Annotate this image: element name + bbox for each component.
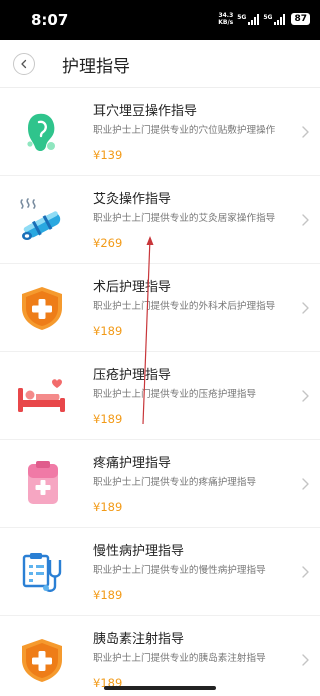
- item-description: 职业护士上门提供专业的艾灸居家操作指导: [93, 213, 276, 224]
- header-bar: 护理指导: [0, 40, 320, 88]
- list-item[interactable]: 胰岛素注射指导 职业护士上门提供专业的胰岛素注射指导 ¥189: [0, 616, 320, 696]
- list-item[interactable]: 耳穴埋豆操作指导 职业护士上门提供专业的穴位贴敷护理操作 ¥139: [0, 88, 320, 176]
- medical-shield-icon: [22, 287, 62, 330]
- stethoscope-icon: [22, 553, 62, 592]
- chevron-right-icon: [302, 302, 309, 314]
- item-price: ¥189: [93, 500, 123, 514]
- moxibustion-icon: [20, 198, 61, 240]
- item-description: 职业护士上门提供专业的疼痛护理指导: [93, 477, 257, 488]
- item-description: 职业护士上门提供专业的压疮护理指导: [93, 389, 257, 400]
- chevron-right-icon: [302, 654, 309, 666]
- signal-icon-2: 5G: [263, 13, 286, 25]
- item-price: ¥139: [93, 148, 123, 162]
- item-price: ¥269: [93, 236, 123, 250]
- bed-icon: [18, 379, 65, 412]
- chevron-right-icon: [302, 566, 309, 578]
- item-description: 职业护士上门提供专业的胰岛素注射指导: [93, 653, 266, 664]
- item-title: 疼痛护理指导: [93, 456, 172, 471]
- item-description: 职业护士上门提供专业的穴位贴敷护理操作: [93, 125, 276, 136]
- item-title: 慢性病护理指导: [93, 544, 185, 559]
- signal-icon-1: 5G: [237, 13, 260, 25]
- back-button[interactable]: [13, 53, 35, 75]
- home-indicator: [104, 686, 216, 690]
- item-title: 耳穴埋豆操作指导: [93, 104, 198, 119]
- item-title: 胰岛素注射指导: [93, 632, 185, 647]
- network-speed: 34.3 KB/s: [218, 12, 233, 26]
- item-price: ¥189: [93, 412, 123, 426]
- network-speed-unit: KB/s: [218, 19, 234, 26]
- item-description: 职业护士上门提供专业的慢性病护理指导: [93, 565, 266, 576]
- battery-icon: 87: [291, 13, 310, 25]
- list-item[interactable]: 疼痛护理指导 职业护士上门提供专业的疼痛护理指导 ¥189: [0, 440, 320, 528]
- chevron-right-icon: [302, 214, 309, 226]
- item-description: 职业护士上门提供专业的外科术后护理指导: [93, 301, 276, 312]
- chevron-right-icon: [302, 390, 309, 402]
- chevron-right-icon: [302, 126, 309, 138]
- item-price: ¥189: [93, 324, 123, 338]
- list-item[interactable]: 术后护理指导 职业护士上门提供专业的外科术后护理指导 ¥189: [0, 264, 320, 352]
- network-type-label-2: 5G: [263, 13, 273, 21]
- clipboard-icon: [28, 461, 58, 504]
- item-title: 术后护理指导: [93, 280, 172, 295]
- page-title: 护理指导: [62, 57, 130, 77]
- item-title: 压疮护理指导: [93, 368, 172, 383]
- status-time: 8:07: [31, 11, 69, 29]
- chevron-right-icon: [302, 478, 309, 490]
- ear-icon: [27, 113, 55, 152]
- chevron-left-icon: [21, 59, 27, 69]
- list-item[interactable]: 艾灸操作指导 职业护士上门提供专业的艾灸居家操作指导 ¥269: [0, 176, 320, 264]
- item-title: 艾灸操作指导: [93, 192, 172, 207]
- medical-shield-icon: [22, 639, 62, 682]
- network-speed-value: 34.3: [218, 12, 234, 19]
- network-type-label: 5G: [237, 13, 247, 21]
- status-bar: 8:07 34.3 KB/s 5G 5G 87: [0, 0, 320, 40]
- service-list: 耳穴埋豆操作指导 职业护士上门提供专业的穴位贴敷护理操作 ¥139 艾灸操作指导…: [0, 88, 320, 696]
- list-item[interactable]: 压疮护理指导 职业护士上门提供专业的压疮护理指导 ¥189: [0, 352, 320, 440]
- item-price: ¥189: [93, 588, 123, 602]
- status-icons: 34.3 KB/s 5G 5G 87: [218, 12, 310, 26]
- list-item[interactable]: 慢性病护理指导 职业护士上门提供专业的慢性病护理指导 ¥189: [0, 528, 320, 616]
